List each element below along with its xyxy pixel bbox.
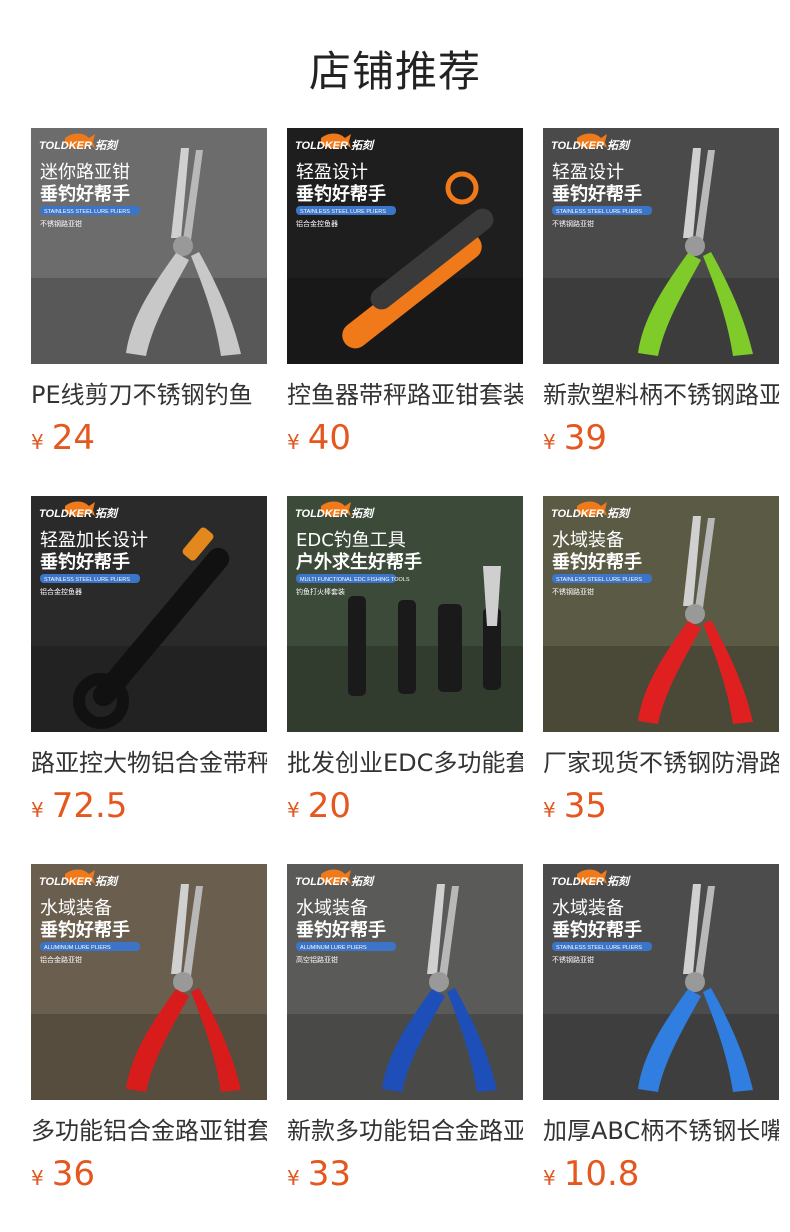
price-value: 24 bbox=[51, 418, 95, 458]
banner-line2: 垂钓好帮手 bbox=[40, 183, 130, 205]
price-value: 35 bbox=[563, 786, 607, 826]
banner-line2: 垂钓好帮手 bbox=[552, 183, 642, 205]
currency-symbol: ¥ bbox=[31, 430, 44, 454]
product-price: ¥10.8 bbox=[543, 1152, 639, 1196]
banner-tag: ALUMINUM LURE PLIERS bbox=[44, 945, 111, 951]
product-image[interactable]: TOLDKER 拓刻水域装备 垂钓好帮手 STAINLESS STEEL LURE … bbox=[543, 864, 779, 1100]
product-image[interactable]: TOLDKER 拓刻轻盈设计 垂钓好帮手 STAINLESS STEEL LURE … bbox=[543, 128, 779, 364]
product-name[interactable]: 加厚ABC柄不锈钢长嘴 bbox=[543, 1114, 779, 1148]
price-value: 20 bbox=[307, 786, 351, 826]
product-name[interactable]: 多功能铝合金路亚钳套 bbox=[31, 1114, 267, 1148]
product-image[interactable]: TOLDKER 拓刻水域装备 垂钓好帮手 STAINLESS STEEL LURE … bbox=[543, 496, 779, 732]
currency-symbol: ¥ bbox=[543, 798, 556, 822]
banner-tag: STAINLESS STEEL LURE PLIERS bbox=[556, 577, 642, 583]
price-value: 10.8 bbox=[563, 1154, 640, 1194]
product-price: ¥36 bbox=[31, 1152, 95, 1196]
banner-note: 高空铝路亚钳 bbox=[296, 955, 338, 964]
brand-logo-text: TOLDKER 拓刻 bbox=[551, 139, 631, 152]
product-name[interactable]: 新款多功能铝合金路亚 bbox=[287, 1114, 523, 1148]
product-price: ¥24 bbox=[31, 416, 95, 460]
banner-tag: STAINLESS STEEL LURE PLIERS bbox=[556, 209, 642, 215]
banner-line2: 垂钓好帮手 bbox=[40, 551, 130, 573]
banner-note: 铝合金控鱼器 bbox=[40, 587, 82, 596]
banner-line1: 水域装备 bbox=[40, 898, 112, 919]
product-price: ¥72.5 bbox=[31, 784, 127, 828]
banner-note: 不锈钢路亚钳 bbox=[552, 587, 594, 596]
price-value: 72.5 bbox=[51, 786, 128, 826]
brand-logo-text: TOLDKER 拓刻 bbox=[551, 875, 631, 888]
banner-note: 不锈钢路亚钳 bbox=[552, 955, 594, 964]
product-image[interactable]: TOLDKER 拓刻轻盈设计 垂钓好帮手 STAINLESS STEEL LURE … bbox=[287, 128, 523, 364]
banner-line1: 水域装备 bbox=[296, 898, 368, 919]
currency-symbol: ¥ bbox=[287, 798, 300, 822]
product-name[interactable]: 新款塑料柄不锈钢路亚钳 bbox=[543, 378, 779, 412]
banner-line2: 垂钓好帮手 bbox=[552, 919, 642, 941]
product-name[interactable]: 路亚控大物铝合金带秤 bbox=[31, 746, 267, 780]
product-name[interactable]: PE线剪刀不锈钢钓鱼 bbox=[31, 378, 267, 412]
banner-note: 钓鱼打火棒套装 bbox=[296, 587, 345, 596]
brand-logo-text: TOLDKER 拓刻 bbox=[295, 507, 375, 520]
brand-logo-text: TOLDKER 拓刻 bbox=[295, 139, 375, 152]
product-image[interactable]: TOLDKER 拓刻水域装备 垂钓好帮手 ALUMINUM LURE PLIERS 高… bbox=[287, 864, 523, 1100]
banner-tag: STAINLESS STEEL LURE PLIERS bbox=[556, 945, 642, 951]
brand-logo-text: TOLDKER 拓刻 bbox=[551, 507, 631, 520]
banner-line2: 户外求生好帮手 bbox=[296, 551, 422, 573]
banner-line2: 垂钓好帮手 bbox=[296, 183, 386, 205]
brand-logo-text: TOLDKER 拓刻 bbox=[39, 507, 119, 520]
product-name[interactable]: 厂家现货不锈钢防滑路 bbox=[543, 746, 779, 780]
banner-tag: STAINLESS STEEL LURE PLIERS bbox=[300, 209, 386, 215]
page-title: 店铺推荐 bbox=[308, 47, 481, 96]
product-price: ¥35 bbox=[543, 784, 607, 828]
currency-symbol: ¥ bbox=[31, 798, 44, 822]
banner-line1: 水域装备 bbox=[552, 530, 624, 551]
product-name[interactable]: 批发创业EDC多功能套装 bbox=[287, 746, 523, 780]
banner-line1: EDC钓鱼工具 bbox=[296, 530, 406, 551]
banner-line1: 轻盈设计 bbox=[296, 162, 368, 183]
price-value: 33 bbox=[307, 1154, 351, 1194]
banner-tag: STAINLESS STEEL LURE PLIERS bbox=[44, 209, 130, 215]
currency-symbol: ¥ bbox=[287, 430, 300, 454]
product-image[interactable]: TOLDKER 拓刻轻盈加长设计 垂钓好帮手 STAINLESS STEEL LUR… bbox=[31, 496, 267, 732]
product-image[interactable]: TOLDKER 拓刻水域装备 垂钓好帮手 ALUMINUM LURE PLIERS 铝… bbox=[31, 864, 267, 1100]
banner-line1: 水域装备 bbox=[552, 898, 624, 919]
brand-logo-text: TOLDKER 拓刻 bbox=[295, 875, 375, 888]
product-price: ¥20 bbox=[287, 784, 351, 828]
product-price: ¥33 bbox=[287, 1152, 351, 1196]
banner-note: 铝合金路亚钳 bbox=[40, 955, 82, 964]
price-value: 40 bbox=[307, 418, 351, 458]
banner-line2: 垂钓好帮手 bbox=[552, 551, 642, 573]
product-image[interactable]: TOLDKER 拓刻迷你路亚钳 垂钓好帮手 STAINLESS STEEL LURE… bbox=[31, 128, 267, 364]
banner-note: 不锈钢路亚钳 bbox=[552, 219, 594, 228]
currency-symbol: ¥ bbox=[543, 430, 556, 454]
product-name[interactable]: 控鱼器带秤路亚钳套装 bbox=[287, 378, 523, 412]
banner-line1: 轻盈加长设计 bbox=[40, 530, 148, 551]
product-price: ¥39 bbox=[543, 416, 607, 460]
currency-symbol: ¥ bbox=[543, 1166, 556, 1190]
banner-note: 不锈钢路亚钳 bbox=[40, 219, 82, 228]
currency-symbol: ¥ bbox=[287, 1166, 300, 1190]
banner-line2: 垂钓好帮手 bbox=[296, 919, 386, 941]
banner-line2: 垂钓好帮手 bbox=[40, 919, 130, 941]
product-price: ¥40 bbox=[287, 416, 351, 460]
banner-tag: MULTI FUNCTIONAL EDC FISHING TOOLS bbox=[300, 577, 410, 583]
brand-logo-text: TOLDKER 拓刻 bbox=[39, 139, 119, 152]
product-image[interactable]: TOLDKER 拓刻 EDC钓鱼工具 户外求生好帮手 MULTI FUNCTIONAL… bbox=[287, 496, 523, 732]
banner-note: 铝合金控鱼器 bbox=[296, 219, 338, 228]
currency-symbol: ¥ bbox=[31, 1166, 44, 1190]
price-value: 36 bbox=[51, 1154, 95, 1194]
banner-line1: 迷你路亚钳 bbox=[40, 162, 130, 183]
banner-line1: 轻盈设计 bbox=[552, 162, 624, 183]
banner-tag: STAINLESS STEEL LURE PLIERS bbox=[44, 577, 130, 583]
brand-logo-text: TOLDKER 拓刻 bbox=[39, 875, 119, 888]
price-value: 39 bbox=[563, 418, 607, 458]
banner-tag: ALUMINUM LURE PLIERS bbox=[300, 945, 367, 951]
